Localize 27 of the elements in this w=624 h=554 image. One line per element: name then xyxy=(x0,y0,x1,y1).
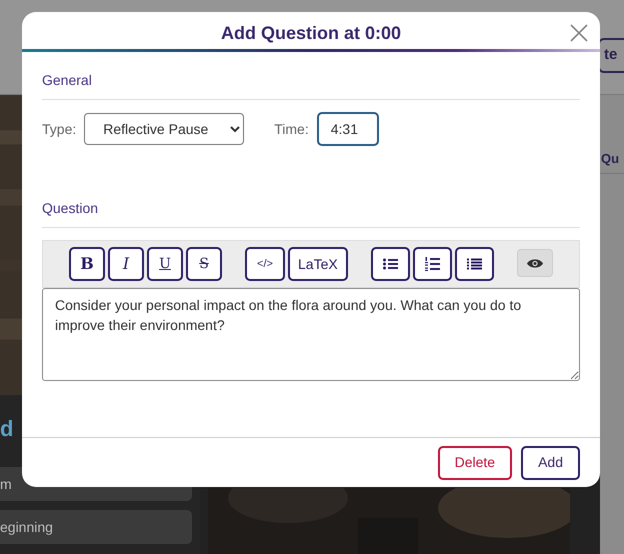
dialog-title: Add Question at 0:00 xyxy=(220,22,402,45)
field-label: Time: xyxy=(274,120,309,138)
add-button[interactable]: Add xyxy=(521,446,580,480)
field-label: Type: xyxy=(42,120,76,139)
time-field[interactable]: 4:31 xyxy=(316,112,379,146)
list-button[interactable] xyxy=(454,247,494,281)
close-icon[interactable] xyxy=(570,24,588,42)
delete-button[interactable]: Delete xyxy=(438,446,512,480)
list-item[interactable]: eginning xyxy=(0,510,192,544)
section-heading: Question xyxy=(42,198,580,228)
eye-icon xyxy=(526,258,543,268)
type-select[interactable]: Reflective Pause xyxy=(84,113,244,145)
question-field[interactable]: Consider your personal impact on the flora around you. What can you do to improve their environment? xyxy=(42,288,580,381)
strikethrough-button[interactable]: S xyxy=(186,247,222,281)
bullet-list-button[interactable] xyxy=(370,247,410,281)
latex-button[interactable]: LaTeX xyxy=(288,247,348,281)
numbered-list-icon xyxy=(424,257,440,271)
bullet-list-icon xyxy=(382,258,398,270)
bold-button[interactable]: B xyxy=(69,247,105,281)
code-button[interactable]: </> xyxy=(245,247,285,281)
section-heading: d xyxy=(0,415,14,443)
italic-button[interactable]: I xyxy=(108,247,144,281)
list-icon xyxy=(466,258,482,270)
section-heading: General xyxy=(42,70,580,100)
underline-button[interactable]: U xyxy=(147,247,183,281)
preview-button[interactable] xyxy=(516,249,553,277)
numbered-list-button[interactable] xyxy=(412,247,452,281)
